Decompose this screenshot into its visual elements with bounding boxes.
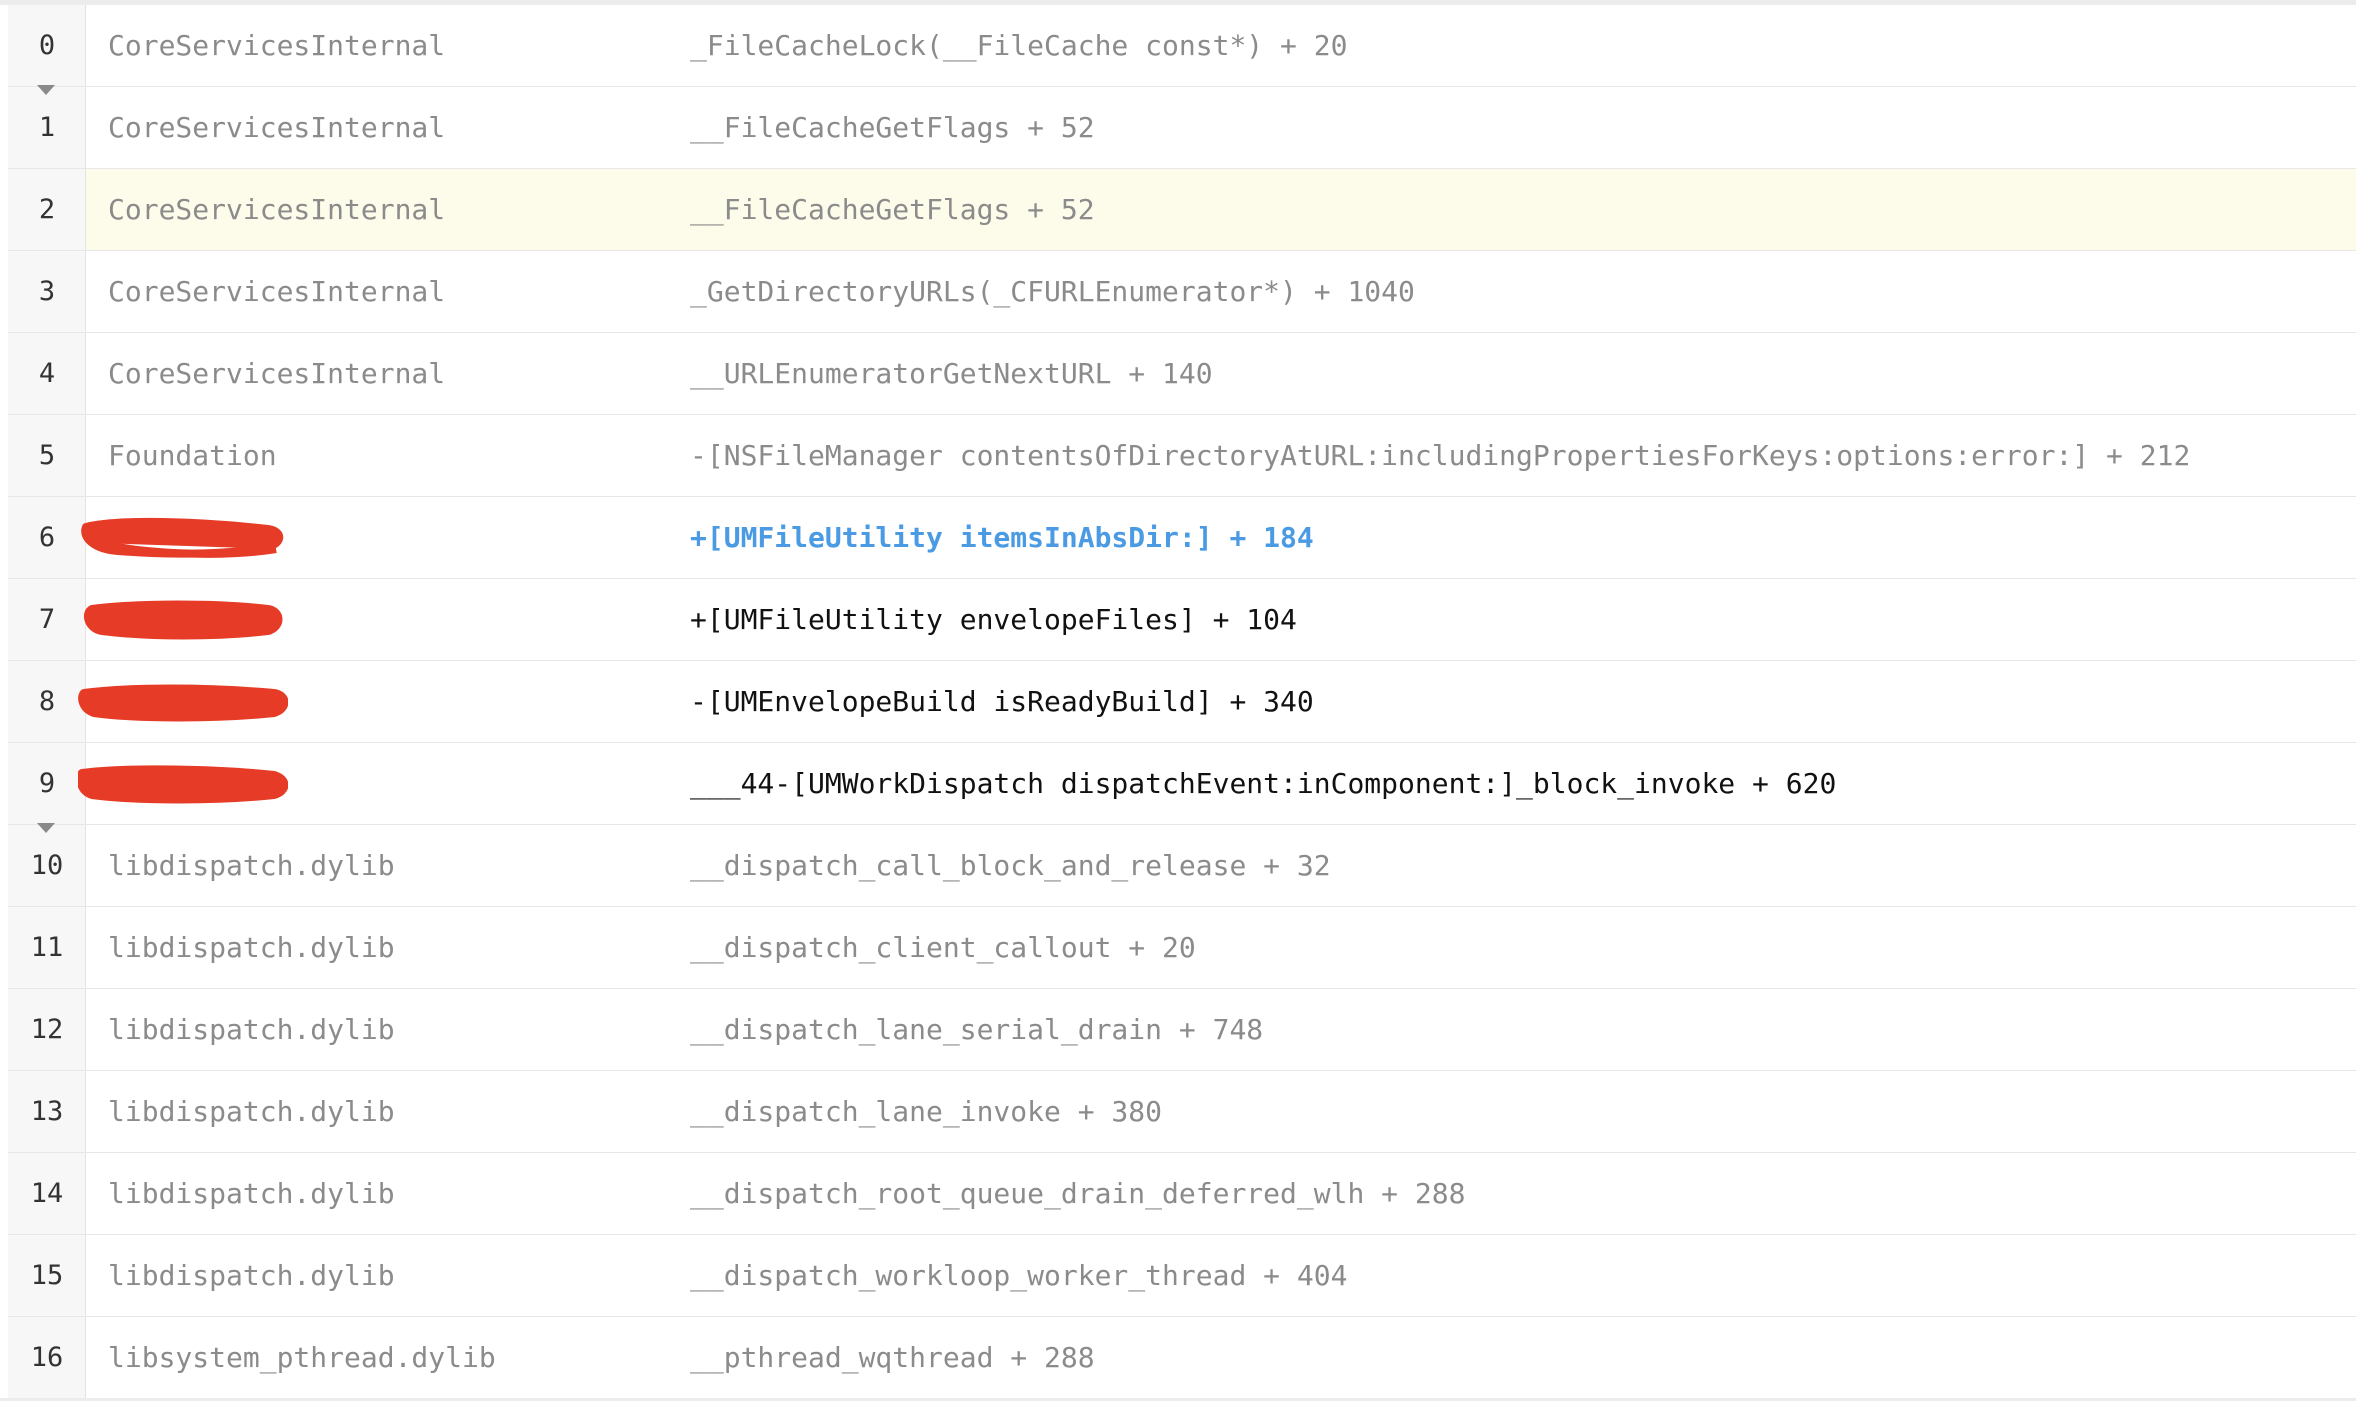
frame-row[interactable]: 16 libsystem_pthread.dylib __pthread_wqthr…	[8, 1317, 2356, 1399]
frame-module: libsystem_pthread.dylib	[108, 1341, 496, 1374]
frame-row[interactable]: 2 CoreServicesInternal __FileCacheGetFlags…	[8, 169, 2356, 251]
frame-index: 6	[38, 522, 56, 553]
frame-symbol: __pthread_wqthread + 288	[690, 1341, 1095, 1374]
frame-row[interactable]: 4 CoreServicesInternal __URLEnumeratorGetN…	[8, 333, 2356, 415]
frame-row[interactable]: 12 libdispatch.dylib __dispatch_lane_seria…	[8, 989, 2356, 1071]
frame-module: CoreServicesInternal	[108, 193, 446, 226]
stack-trace-view: 0 CoreServicesInternal _FileCacheLock(__Fi…	[0, 0, 2356, 1416]
frame-row[interactable]: 6 +[UMFileUtility itemsInAbsDir:] + 184	[8, 497, 2356, 579]
frame-index: 13	[30, 1096, 64, 1127]
frame-symbol: _FileCacheLock(__FileCache const*) + 20	[690, 29, 1348, 62]
frame-module: libdispatch.dylib	[108, 1177, 395, 1210]
bottom-divider	[0, 1398, 2356, 1401]
redaction-stroke	[78, 765, 288, 804]
frame-index: 15	[30, 1260, 64, 1291]
frame-module: libdispatch.dylib	[108, 1013, 395, 1046]
frame-row[interactable]: 3 CoreServicesInternal _GetDirectoryURLs(_…	[8, 251, 2356, 333]
collapse-toggle-icon[interactable]	[37, 823, 55, 833]
redaction-stroke	[78, 684, 288, 722]
frame-row[interactable]: 10 libdispatch.dylib __dispatch_call_block…	[8, 825, 2356, 907]
frame-module: libdispatch.dylib	[108, 931, 395, 964]
frame-symbol: +[UMFileUtility envelopeFiles] + 104	[690, 603, 1297, 636]
frame-symbol[interactable]: +[UMFileUtility itemsInAbsDir:] + 184	[690, 521, 1314, 554]
frame-row[interactable]: 7 +[UMFileUtility envelopeFiles] + 104	[8, 579, 2356, 661]
frame-module: libdispatch.dylib	[108, 849, 395, 882]
frame-module: CoreServicesInternal	[108, 111, 446, 144]
redaction-mark	[83, 600, 283, 640]
frame-index: 1	[38, 112, 56, 143]
frame-row[interactable]: 14 libdispatch.dylib __dispatch_root_queue…	[8, 1153, 2356, 1235]
frame-list: 0 CoreServicesInternal _FileCacheLock(__Fi…	[8, 5, 2356, 1399]
frame-index: 14	[30, 1178, 64, 1209]
frame-symbol: __dispatch_call_block_and_release + 32	[690, 849, 1331, 882]
frame-module: libdispatch.dylib	[108, 1095, 395, 1128]
frame-row[interactable]: 5 Foundation -[NSFileManager contentsOfDir…	[8, 415, 2356, 497]
frame-row[interactable]: 15 libdispatch.dylib __dispatch_workloop_w…	[8, 1235, 2356, 1317]
frame-symbol: __FileCacheGetFlags + 52	[690, 111, 1095, 144]
frame-symbol: -[UMEnvelopeBuild isReadyBuild] + 340	[690, 685, 1314, 718]
frame-index: 3	[38, 276, 56, 307]
frame-index: 10	[30, 850, 64, 881]
redaction-mark	[78, 765, 288, 804]
frame-row[interactable]: 13 libdispatch.dylib __dispatch_lane_invok…	[8, 1071, 2356, 1153]
redaction-stroke	[83, 600, 283, 640]
collapse-toggle-icon[interactable]	[37, 85, 55, 95]
frame-module: CoreServicesInternal	[108, 29, 446, 62]
frame-index: 11	[30, 932, 64, 963]
frame-symbol: _GetDirectoryURLs(_CFURLEnumerator*) + 1…	[690, 275, 1415, 308]
frame-symbol: __FileCacheGetFlags + 52	[690, 193, 1095, 226]
frame-module: CoreServicesInternal	[108, 357, 446, 390]
frame-row[interactable]: 0 CoreServicesInternal _FileCacheLock(__Fi…	[8, 5, 2356, 95]
redaction-mark	[81, 517, 284, 558]
frame-index: 4	[38, 358, 56, 389]
frame-module: CoreServicesInternal	[108, 275, 446, 308]
frame-index: 0	[38, 30, 56, 61]
frame-symbol: __dispatch_client_callout + 20	[690, 931, 1196, 964]
frame-index: 8	[38, 686, 56, 717]
frame-symbol: __dispatch_root_queue_drain_deferred_wlh…	[690, 1177, 1466, 1210]
frame-symbol: __dispatch_lane_serial_drain + 748	[690, 1013, 1264, 1046]
redaction-mark	[78, 684, 288, 722]
frame-index: 7	[38, 604, 56, 635]
frame-symbol: __dispatch_workloop_worker_thread + 404	[690, 1259, 1348, 1292]
frame-module: Foundation	[108, 439, 277, 472]
frame-row[interactable]: 11 libdispatch.dylib __dispatch_client_cal…	[8, 907, 2356, 989]
frame-row[interactable]: 1 CoreServicesInternal __FileCacheGetFlags…	[8, 87, 2356, 169]
redaction-stroke	[81, 517, 284, 558]
frame-symbol: __URLEnumeratorGetNextURL + 140	[690, 357, 1213, 390]
frame-index: 2	[38, 194, 56, 225]
frame-module: libdispatch.dylib	[108, 1259, 395, 1292]
frame-index: 5	[38, 440, 56, 471]
frame-row[interactable]: 8 -[UMEnvelopeBuild isReadyBuild] + 340	[8, 661, 2356, 743]
frame-index: 16	[30, 1342, 64, 1373]
frame-symbol: ___44-[UMWorkDispatch dispatchEvent:inCo…	[690, 767, 1837, 800]
frame-index: 12	[30, 1014, 64, 1045]
frame-index: 9	[38, 768, 56, 799]
frame-row[interactable]: 9 ___44-[UMWorkDispatch dispatchEvent:inC…	[8, 743, 2356, 833]
frame-symbol: -[NSFileManager contentsOfDirectoryAtURL…	[690, 439, 2191, 472]
frame-symbol: __dispatch_lane_invoke + 380	[690, 1095, 1163, 1128]
